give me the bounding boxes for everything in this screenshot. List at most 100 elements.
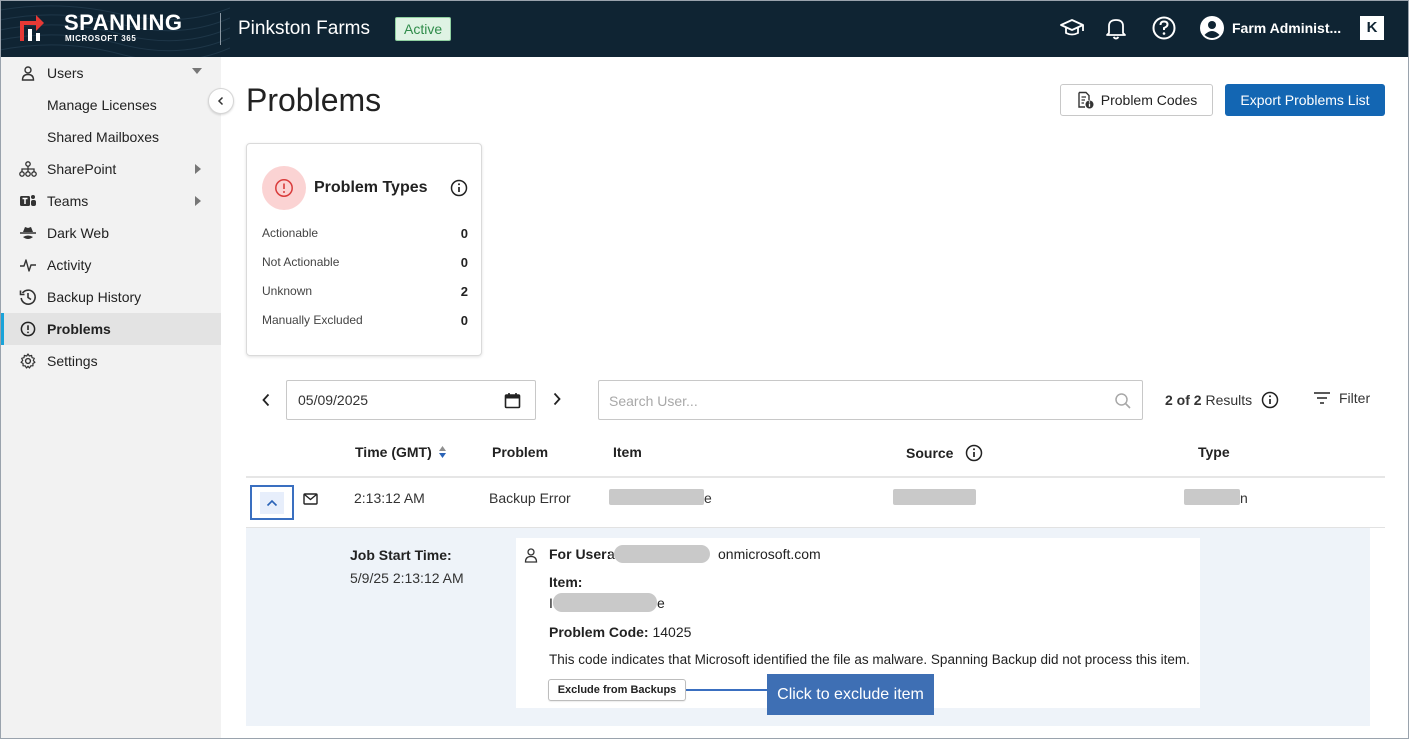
for-user-tail: onmicrosoft.com — [718, 546, 821, 562]
chevron-down-icon[interactable] — [192, 68, 202, 74]
redacted-item — [609, 489, 704, 505]
mail-icon — [303, 493, 318, 505]
sidebar-item-teams[interactable]: Teams — [0, 185, 221, 217]
job-start-label: Job Start Time: — [350, 547, 452, 563]
next-date-button[interactable] — [547, 389, 567, 409]
callout-annotation: Click to exclude item — [767, 674, 934, 715]
table-header-divider — [246, 476, 1385, 478]
bell-icon[interactable] — [1103, 15, 1129, 41]
info-icon[interactable] — [965, 444, 983, 462]
sidebar-collapse-button[interactable] — [208, 88, 234, 114]
sidebar-item-label: Backup History — [47, 289, 142, 305]
date-picker[interactable]: 05/09/2025 — [286, 380, 536, 420]
results-label: Results — [1205, 392, 1253, 408]
results-count-value: 2 of 2 — [1165, 392, 1202, 408]
problem-type-row: Actionable 0 — [262, 226, 468, 241]
document-info-icon — [1078, 91, 1094, 109]
search-input[interactable] — [609, 391, 1099, 411]
org-name[interactable]: Pinkston Farms — [238, 18, 370, 40]
problem-type-count: 2 — [460, 284, 468, 299]
column-header-type: Type — [1198, 444, 1230, 460]
sidebar-item-label: Manage Licenses — [47, 97, 157, 113]
filter-button[interactable]: Filter — [1313, 390, 1370, 406]
alert-circle-icon — [262, 166, 306, 210]
chevron-right-icon[interactable] — [195, 164, 201, 174]
sidebar-item-settings[interactable]: Settings — [0, 345, 221, 377]
sidebar: Users Manage Licenses Shared Mailboxes S… — [0, 57, 221, 739]
gear-icon — [19, 352, 37, 370]
user-avatar-icon[interactable] — [1199, 15, 1225, 41]
spanning-logo-icon[interactable] — [14, 11, 48, 45]
problem-type-label: Unknown — [262, 284, 313, 298]
problem-code: Problem Code: 14025 — [549, 624, 691, 640]
sidebar-item-label: Activity — [47, 257, 92, 273]
problem-type-row: Unknown 2 — [262, 284, 468, 299]
exclude-from-backups-button[interactable]: Exclude from Backups — [548, 679, 686, 701]
problem-type-row: Manually Excluded 0 — [262, 313, 468, 328]
export-problems-button[interactable]: Export Problems List — [1225, 84, 1385, 116]
search-user-field[interactable] — [598, 380, 1143, 420]
filter-icon — [1314, 392, 1330, 404]
problem-code-label: Problem Code: — [549, 624, 649, 640]
problem-codes-button[interactable]: Problem Codes — [1060, 84, 1213, 116]
row-problem: Backup Error — [489, 490, 571, 506]
problem-code-value: 14025 — [652, 624, 692, 640]
problem-types-card: Problem Types Actionable 0 Not Actionabl… — [246, 143, 482, 356]
problem-type-row: Not Actionable 0 — [262, 255, 468, 270]
sidebar-item-label: Settings — [47, 353, 98, 369]
date-value: 05/09/2025 — [298, 392, 369, 408]
sidebar-item-dark-web[interactable]: Dark Web — [0, 217, 221, 249]
chevron-right-icon[interactable] — [195, 196, 201, 206]
row-collapse-button[interactable] — [250, 485, 294, 520]
user-icon — [524, 548, 538, 563]
problem-types-title: Problem Types — [314, 179, 428, 196]
redacted-item-name — [553, 593, 657, 612]
item-tail: e — [657, 595, 665, 611]
header-divider — [220, 13, 221, 45]
sidebar-item-label: Problems — [47, 321, 111, 337]
sidebar-item-sharepoint[interactable]: SharePoint — [0, 153, 221, 185]
column-header-problem: Problem — [492, 444, 549, 460]
column-header-label: Source — [906, 445, 954, 461]
row-type-tail: n — [1240, 490, 1248, 506]
previous-date-button[interactable] — [256, 390, 276, 410]
sidebar-item-users[interactable]: Users — [0, 57, 221, 89]
info-icon[interactable] — [450, 179, 468, 197]
column-header-source: Source — [906, 444, 983, 462]
activity-icon — [19, 256, 37, 274]
column-header-time[interactable]: Time (GMT) — [355, 444, 447, 460]
kaseya-logo[interactable]: K — [1360, 16, 1384, 40]
filter-label: Filter — [1339, 390, 1371, 406]
chevron-up-icon — [266, 499, 278, 506]
sidebar-item-activity[interactable]: Activity — [0, 249, 221, 281]
redacted-email — [614, 545, 710, 563]
sort-icon[interactable] — [438, 445, 447, 459]
column-header-item: Item — [613, 444, 642, 460]
graduation-cap-icon[interactable] — [1059, 15, 1085, 41]
info-icon[interactable] — [1261, 391, 1279, 409]
item-label: Item: — [549, 574, 583, 590]
teams-icon — [19, 192, 37, 210]
sidebar-item-label: Teams — [47, 193, 89, 209]
sidebar-item-label: SharePoint — [47, 161, 117, 177]
problem-type-count: 0 — [460, 226, 468, 241]
search-icon[interactable] — [1114, 392, 1132, 410]
problem-type-label: Actionable — [262, 226, 319, 240]
calendar-icon[interactable] — [504, 392, 521, 409]
help-icon[interactable] — [1151, 15, 1177, 41]
sidebar-item-manage-licenses[interactable]: Manage Licenses — [0, 89, 221, 121]
callout-connector — [686, 689, 768, 691]
for-user-label: For User: — [549, 546, 612, 562]
sidebar-item-problems[interactable]: Problems — [0, 313, 221, 345]
redacted-type — [1184, 489, 1240, 505]
chevron-left-icon — [262, 393, 270, 407]
sidebar-item-backup-history[interactable]: Backup History — [0, 281, 221, 313]
user-menu[interactable]: Farm Administ... — [1232, 20, 1341, 36]
results-count: 2 of 2 Results — [1165, 392, 1252, 408]
problem-type-count: 0 — [460, 255, 468, 270]
status-badge: Active — [395, 17, 452, 41]
problem-type-label: Not Actionable — [262, 255, 340, 269]
sidebar-item-shared-mailboxes[interactable]: Shared Mailboxes — [0, 121, 221, 153]
column-header-label: Time (GMT) — [355, 444, 432, 460]
chevron-right-icon — [553, 392, 561, 406]
